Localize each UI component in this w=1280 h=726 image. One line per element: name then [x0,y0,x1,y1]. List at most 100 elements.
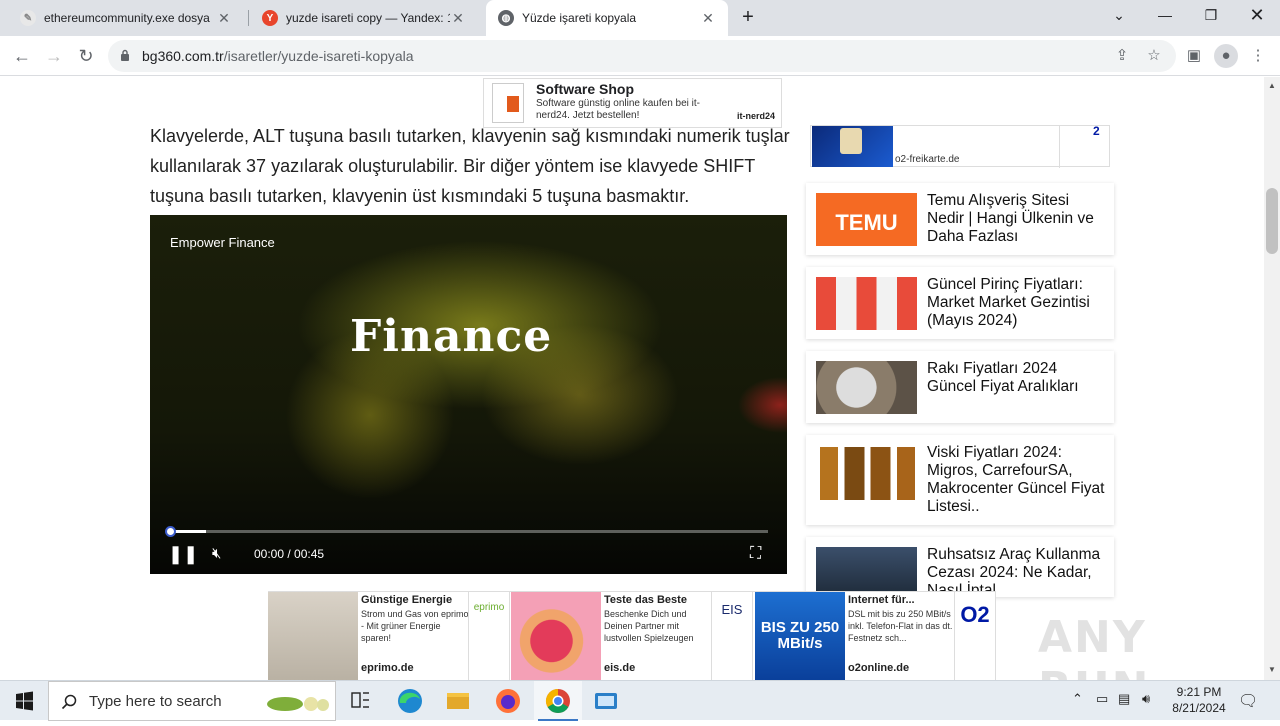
tab-ethereum[interactable]: ✎ ethereumcommunity.exe dosya ✕ [8,0,244,36]
video-frame [150,215,787,574]
raki-glass-image [816,361,917,414]
close-window-button[interactable]: ✕ [1234,0,1280,30]
bottom-ad-banner: Günstige Energie Strom und Gas von eprim… [268,591,996,680]
ad-headline: Internet für... [848,594,915,606]
close-icon[interactable]: ✕ [700,10,716,27]
o2-freikarte-ad[interactable]: o2-freikarte.de 2 [810,124,1110,168]
network-icon[interactable]: ▤ [1118,691,1130,707]
software-box-image [492,83,524,123]
mute-icon[interactable]: 🔇︎ [212,544,221,564]
eprimo-logo-icon: eprimo [468,592,510,680]
video-player[interactable]: Empower Finance Finance ❚❚ 🔇︎ 00:00 / 00… [150,215,787,574]
reload-icon[interactable]: ↻ [74,44,98,68]
minimize-button[interactable]: — [1142,0,1188,30]
ad-brand: it-nerd24 [736,111,775,121]
share-icon[interactable]: ⇪ [1112,46,1132,66]
search-icon [61,694,77,710]
battery-icon[interactable]: ▭ [1096,691,1108,707]
file-icon: ✎ [20,10,36,26]
sidebar-card-ruhsatsiz[interactable]: Ruhsatsız Araç Kullanma Cezası 2024: Ne … [806,537,1114,597]
url-path: /isaretler/yuzde-isareti-kopyala [223,48,414,64]
eis-logo-icon: EIS [711,592,753,680]
lock-icon [121,49,129,61]
yandex-icon: Y [262,10,278,26]
video-channel-name: Empower Finance [170,235,275,250]
ad-body: DSL mit bis zu 250 MBit/s inkl. Telefon-… [848,609,953,643]
search-placeholder: Type here to search [89,693,222,710]
ad-description: Software günstig online kaufen bei it-ne… [536,98,700,121]
ad-eprimo[interactable]: Günstige Energie Strom und Gas von eprim… [268,592,510,680]
article-paragraph: Klavyelerde, ALT tuşuna basılı tutarken,… [150,126,790,206]
ad-title: Software Shop [536,81,635,97]
divider [1059,126,1060,168]
rice-packages-image [816,277,917,330]
ad-o2online[interactable]: BIS ZU 250 MBit/s Internet für... DSL mi… [755,592,996,680]
ad-host: o2-freikarte.de [895,154,960,165]
chrome-icon[interactable] [534,681,582,721]
sidebar-card-pirinc[interactable]: Güncel Pirinç Fiyatları: Market Market G… [806,267,1114,339]
sidebar-card-temu[interactable]: TEMU Temu Alışveriş Sitesi Nedir | Hangi… [806,183,1114,255]
o2-logo-icon: 2 [1093,124,1100,138]
sim-card-image [812,126,893,167]
scroll-down-icon[interactable]: ▼ [1268,665,1276,674]
windows-logo-icon [16,691,33,711]
ad-headline: Teste das Beste [604,594,687,606]
clock-date: 8/21/2024 [1172,701,1226,715]
url-text[interactable]: bg360.com.tr/isaretler/yuzde-isareti-kop… [142,48,414,64]
whisky-bottles-image [816,447,917,500]
task-view-icon[interactable] [336,681,384,721]
edge-browser-icon[interactable] [386,681,434,721]
card-title: Ruhsatsız Araç Kullanma Cezası 2024: Ne … [927,546,1101,597]
app-window-icon[interactable] [582,681,630,721]
taskbar-clock[interactable]: 9:21 PM 8/21/2024 [1160,684,1238,716]
fullscreen-icon[interactable]: ⛶ [750,544,761,564]
video-overlay-word: Finance [350,311,553,362]
forward-icon[interactable]: → [42,44,66,68]
video-progress-handle[interactable] [165,526,176,537]
tab-title: yuzde isareti copy — Yandex: 10 [286,11,450,25]
page-content: Software Shop Software günstig online ka… [0,77,1264,680]
sidebar-card-raki[interactable]: Rakı Fiyatları 2024 Güncel Fiyat Aralıkl… [806,351,1114,423]
taskbar-search-box[interactable]: Type here to search [48,681,336,721]
firefox-icon[interactable] [484,681,532,721]
o2-router-image: BIS ZU 250 MBit/s [755,592,845,680]
page-scrollbar[interactable]: ▲ ▼ [1264,77,1280,680]
bookmark-star-icon[interactable]: ☆ [1144,46,1164,66]
tab-separator [248,10,249,26]
video-progress-bar[interactable] [165,526,768,537]
address-bar[interactable]: bg360.com.tr/isaretler/yuzde-isareti-kop… [108,40,1176,72]
card-title: Viski Fiyatları 2024: Migros, CarrefourS… [927,444,1105,515]
scroll-up-icon[interactable]: ▲ [1268,81,1276,90]
traffic-police-image [816,547,917,597]
tab-yandex[interactable]: Y yuzde isareti copy — Yandex: 10 ✕ [250,0,478,36]
profile-avatar-icon[interactable]: ● [1214,44,1238,68]
file-explorer-icon[interactable] [434,681,482,721]
side-panel-icon[interactable]: ▣ [1182,44,1206,68]
close-icon[interactable]: ✕ [450,10,466,27]
card-title: Temu Alışveriş Sitesi Nedir | Hangi Ülke… [927,192,1094,245]
card-title: Rakı Fiyatları 2024 Güncel Fiyat Aralıkl… [927,360,1079,395]
windows-taskbar: Type here to search ⌃ ▭ ▤ 🔊︎ 9:21 PM 8/2… [0,680,1280,721]
video-time: 00:00 / 00:45 [254,547,325,561]
back-icon[interactable]: ← [10,44,34,68]
new-tab-button[interactable]: + [738,6,758,28]
tab-yuzde[interactable]: ◍ Yüzde işareti kopyala ✕ [486,0,728,36]
ad-eis[interactable]: Teste das Beste Beschenke Dich und Deine… [511,592,754,680]
close-icon[interactable]: ✕ [216,10,232,27]
pause-icon[interactable]: ❚❚ [168,544,198,564]
tab-search-icon[interactable]: ⌄ [1096,0,1142,30]
eis-ad-image [511,592,601,680]
tab-title: Yüzde işareti kopyala [522,11,637,25]
volume-icon[interactable]: 🔊︎ [1142,691,1150,707]
sidebar-card-viski[interactable]: Viski Fiyatları 2024: Migros, CarrefourS… [806,435,1114,525]
start-button[interactable] [0,681,48,721]
globe-icon: ◍ [498,10,514,26]
tray-chevron-up-icon[interactable]: ⌃ [1072,691,1083,707]
notification-icon[interactable]: 🗨︎ [1238,691,1258,711]
menu-kebab-icon[interactable]: ⋮ [1246,44,1270,68]
clock-time: 9:21 PM [1176,685,1222,699]
restore-button[interactable]: ❐ [1188,0,1234,30]
ad-body: Beschenke Dich und Deinen Partner mit lu… [604,609,694,643]
scrollbar-thumb[interactable] [1266,188,1278,254]
ad-body: Strom und Gas von eprimo - Mit grüner En… [361,609,469,643]
